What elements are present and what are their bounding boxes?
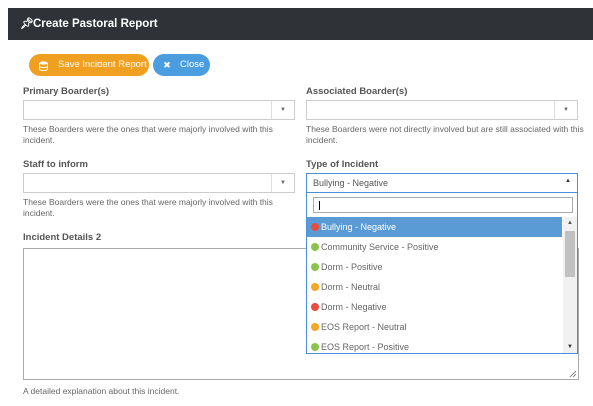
status-dot-icon	[311, 323, 319, 331]
dropdown-option-label: Dorm - Neutral	[321, 282, 381, 292]
dropdown-option-label: Bullying - Negative	[321, 222, 397, 232]
staff-to-inform-label: Staff to inform	[23, 159, 88, 170]
associated-boarders-label: Associated Boarder(s)	[306, 86, 408, 97]
status-dot-icon	[311, 243, 319, 251]
incident-details-label: Incident Details 2	[23, 232, 102, 243]
save-incident-report-button[interactable]: Save Incident Report	[29, 54, 149, 76]
status-dot-icon	[311, 263, 319, 271]
primary-boarders-select[interactable]: ▼	[23, 100, 295, 120]
modal-title: Create Pastoral Report	[33, 18, 158, 30]
chevron-down-icon: ▼	[554, 101, 577, 119]
chevron-down-icon: ▼	[271, 101, 294, 119]
status-dot-icon	[311, 223, 319, 231]
dropdown-option[interactable]: Community Service - Positive	[307, 237, 562, 257]
associated-boarders-select[interactable]: ▼	[306, 100, 578, 120]
resize-handle-icon[interactable]	[569, 370, 577, 378]
dropdown-option[interactable]: Dorm - Neutral	[307, 277, 562, 297]
dropdown-option[interactable]: Dorm - Positive	[307, 257, 562, 277]
incident-details-help: A detailed explanation about this incide…	[23, 386, 180, 396]
save-button-label: Save Incident Report	[58, 59, 147, 70]
dropdown-option[interactable]: EOS Report - Neutral	[307, 317, 562, 337]
dropdown-option-label: Dorm - Positive	[321, 262, 383, 272]
incident-type-dropdown: Bullying - Negative Community Service - P…	[306, 193, 578, 354]
staff-to-inform-select[interactable]: ▼	[23, 173, 295, 193]
chevron-down-icon: ▼	[271, 174, 294, 192]
dropdown-option[interactable]: EOS Report - Positive	[307, 337, 562, 353]
dropdown-option-label: Community Service - Positive	[321, 242, 439, 252]
scrollbar-thumb[interactable]	[565, 231, 575, 277]
dropdown-scrollbar[interactable]: ▲ ▼	[563, 217, 577, 353]
dropdown-search-input[interactable]	[313, 197, 573, 213]
close-icon: ✖	[163, 60, 171, 70]
type-of-incident-value: Bullying - Negative	[313, 178, 389, 188]
type-of-incident-select[interactable]: Bullying - Negative ▲	[306, 173, 578, 193]
dropdown-option[interactable]: Bullying - Negative	[307, 217, 562, 237]
dropdown-option-label: Dorm - Negative	[321, 302, 387, 312]
associated-boarders-help: These Boarders were not directly involve…	[306, 124, 584, 145]
primary-boarders-label: Primary Boarder(s)	[23, 86, 110, 97]
database-icon	[37, 54, 49, 76]
dropdown-options-list: Bullying - Negative Community Service - P…	[307, 217, 562, 353]
pin-icon: 📌︎	[20, 18, 34, 30]
dropdown-option[interactable]: Dorm - Negative	[307, 297, 562, 317]
text-caret	[319, 201, 320, 210]
primary-boarders-help: These Boarders were the ones that were m…	[23, 124, 273, 145]
status-dot-icon	[311, 343, 319, 351]
chevron-up-icon: ▲	[565, 178, 571, 184]
status-dot-icon	[311, 303, 319, 311]
scroll-down-arrow-icon[interactable]: ▼	[563, 344, 577, 350]
modal-header: 📌︎ Create Pastoral Report	[8, 8, 593, 40]
close-button-label: Close	[180, 59, 205, 70]
scroll-up-arrow-icon[interactable]: ▲	[563, 220, 577, 226]
dropdown-option-label: EOS Report - Neutral	[321, 322, 407, 332]
dropdown-option-label: EOS Report - Positive	[321, 342, 410, 352]
type-of-incident-label: Type of Incident	[306, 159, 379, 170]
close-button[interactable]: ✖ Close	[153, 54, 210, 76]
staff-to-inform-help: These Boarders were the ones that were m…	[23, 197, 273, 218]
status-dot-icon	[311, 283, 319, 291]
modal-frame: 📌︎ Create Pastoral Report Save Incident …	[8, 8, 593, 406]
